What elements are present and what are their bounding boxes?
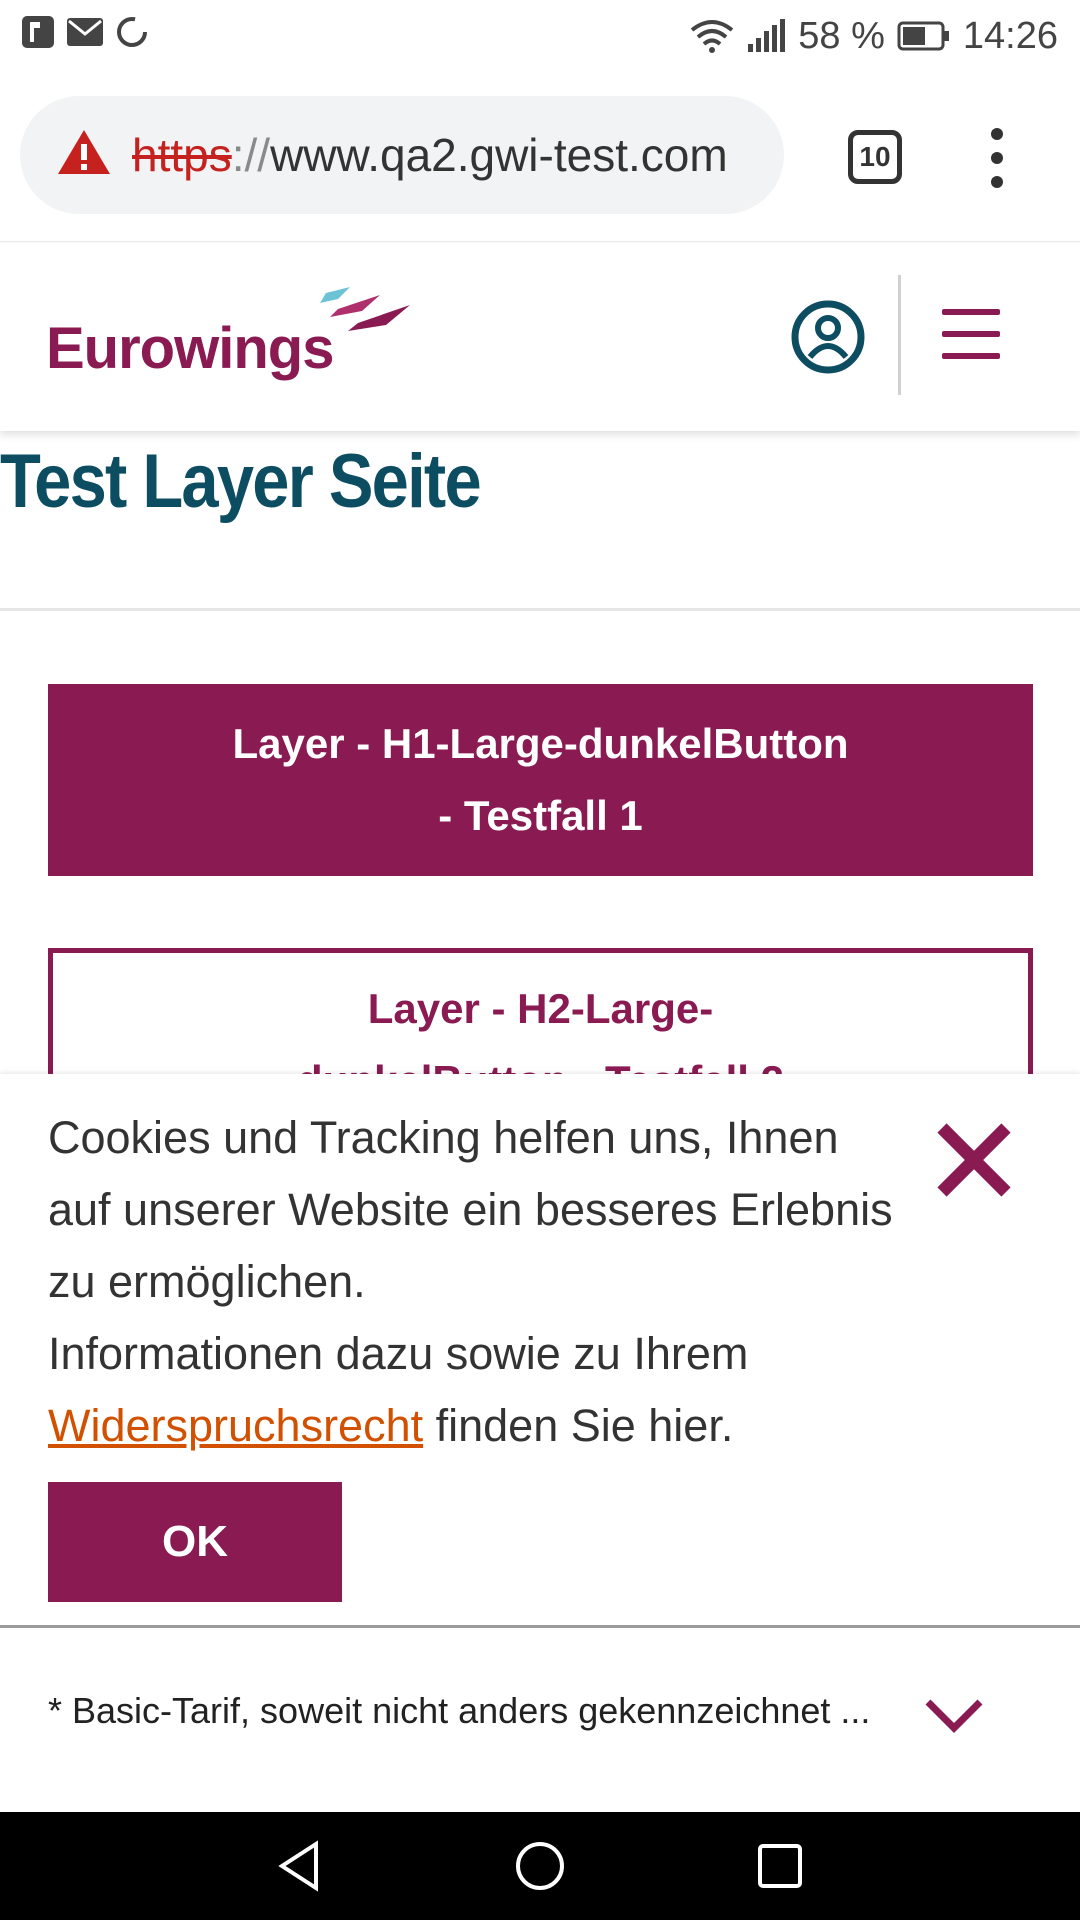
- url-host: www.qa2.gwi-test.com: [270, 129, 728, 181]
- cookie-banner: Cookies und Tracking helfen uns, Ihnen a…: [0, 1074, 1080, 1628]
- tab-switcher-button[interactable]: 10: [848, 130, 902, 184]
- layer-h1-button[interactable]: Layer - H1-Large-dunkelButton - Testfall…: [48, 684, 1033, 876]
- back-icon[interactable]: [274, 1840, 326, 1892]
- cookie-text-main: Cookies und Tracking helfen uns, Ihnen a…: [48, 1112, 893, 1307]
- browser-menu-icon[interactable]: [982, 128, 1012, 188]
- url-text[interactable]: https://www.qa2.gwi-test.com: [132, 126, 772, 184]
- page-title: Test Layer Seite: [0, 439, 482, 524]
- sync-icon: [117, 17, 147, 47]
- battery-icon: [897, 21, 949, 51]
- wifi-icon: [691, 20, 734, 53]
- cookie-text-info: Informationen dazu sowie zu Ihrem: [48, 1328, 749, 1379]
- url-separator: ://: [231, 129, 271, 181]
- clock: 14:26: [962, 15, 1058, 57]
- status-bar: 58 % 14:26: [0, 0, 1080, 72]
- not-secure-warning-icon[interactable]: [56, 128, 112, 176]
- account-icon[interactable]: [790, 299, 866, 375]
- status-icons-right: 58 % 14:26: [690, 12, 1058, 60]
- header-divider: [898, 275, 901, 395]
- system-navigation-bar: [0, 1812, 1080, 1920]
- app-notification-icon: [22, 16, 54, 48]
- title-divider: [0, 608, 1080, 611]
- site-header: Eurowings: [0, 243, 1080, 431]
- mail-icon: [67, 18, 103, 46]
- recents-icon[interactable]: [754, 1840, 806, 1892]
- browser-toolbar: https://www.qa2.gwi-test.com 10: [0, 72, 1080, 242]
- eurowings-logo[interactable]: Eurowings: [46, 315, 334, 382]
- cookie-text-tail: finden Sie hier.: [423, 1400, 734, 1451]
- signal-icon: [748, 19, 786, 52]
- cookie-message: Cookies und Tracking helfen uns, Ihnen a…: [48, 1102, 908, 1462]
- close-icon[interactable]: [934, 1120, 1014, 1200]
- objection-right-link[interactable]: Widerspruchsrecht: [48, 1400, 423, 1451]
- hamburger-menu-icon[interactable]: [942, 309, 1000, 361]
- chevron-down-icon[interactable]: [924, 1696, 984, 1736]
- battery-percent: 58 %: [798, 15, 885, 57]
- cookie-ok-button[interactable]: OK: [48, 1482, 342, 1602]
- url-scheme: https: [132, 129, 232, 181]
- home-icon[interactable]: [514, 1840, 566, 1892]
- address-bar[interactable]: https://www.qa2.gwi-test.com: [20, 96, 784, 214]
- status-icons-left: [20, 14, 150, 50]
- tariff-footnote: * Basic-Tarif, soweit nicht anders geken…: [48, 1690, 871, 1731]
- eurowings-wing-mark-icon: [320, 287, 410, 331]
